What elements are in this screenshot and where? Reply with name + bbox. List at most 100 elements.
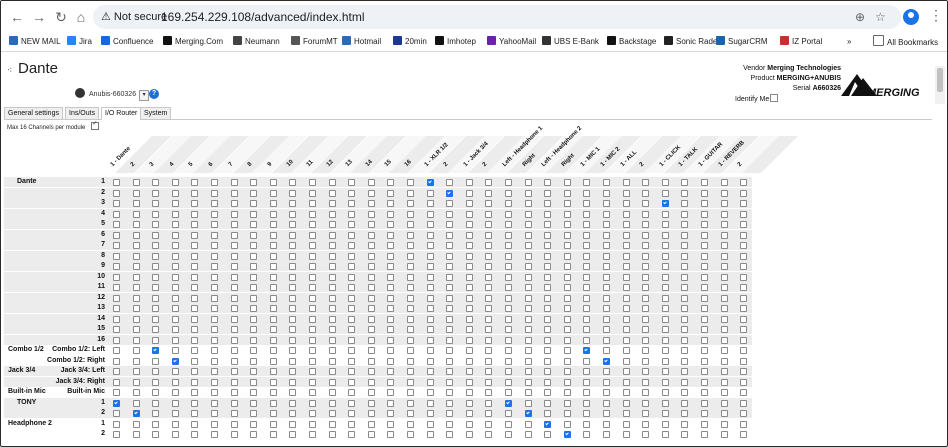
route-checkbox[interactable] — [269, 284, 277, 291]
route-checkbox[interactable] — [544, 347, 552, 354]
route-checkbox[interactable] — [446, 410, 454, 417]
route-checkbox[interactable] — [250, 315, 258, 323]
route-checkbox[interactable] — [563, 284, 571, 291]
route-checkbox[interactable] — [583, 389, 591, 396]
route-checkbox[interactable] — [426, 399, 434, 407]
route-checkbox[interactable] — [367, 378, 375, 386]
route-checkbox[interactable] — [485, 399, 493, 407]
route-checkbox[interactable] — [622, 189, 630, 197]
route-checkbox[interactable] — [661, 420, 669, 428]
route-checkbox[interactable] — [446, 242, 454, 249]
route-checkbox[interactable] — [309, 326, 316, 333]
route-checkbox[interactable] — [524, 252, 532, 260]
route-checkbox[interactable] — [622, 357, 630, 365]
route-checkbox[interactable] — [720, 200, 728, 207]
route-checkbox[interactable] — [191, 336, 199, 344]
route-checkbox[interactable] — [407, 252, 414, 260]
route-checkbox[interactable] — [622, 221, 630, 228]
route-checkbox[interactable] — [563, 431, 571, 438]
route-checkbox[interactable] — [465, 368, 473, 375]
route-checkbox[interactable] — [328, 200, 336, 207]
route-checkbox[interactable] — [269, 210, 277, 218]
route-checkbox[interactable] — [230, 200, 238, 207]
route-checkbox[interactable] — [407, 210, 414, 218]
route-checkbox[interactable] — [524, 431, 532, 438]
route-checkbox[interactable] — [661, 231, 669, 239]
route-checkbox[interactable] — [407, 410, 414, 417]
route-checkbox[interactable] — [328, 263, 336, 270]
route-checkbox[interactable] — [289, 252, 297, 260]
route-checkbox[interactable] — [309, 410, 316, 417]
route-checkbox[interactable] — [289, 431, 297, 438]
route-checkbox[interactable] — [289, 368, 297, 375]
route-checkbox[interactable] — [367, 357, 375, 365]
route-checkbox[interactable] — [701, 347, 708, 354]
route-checkbox[interactable] — [171, 410, 179, 417]
route-checkbox[interactable] — [661, 179, 669, 186]
route-checkbox[interactable] — [740, 252, 748, 260]
route-checkbox[interactable] — [642, 179, 650, 186]
route-checkbox[interactable] — [563, 305, 571, 312]
route-checkbox[interactable] — [603, 347, 610, 354]
route-checkbox[interactable] — [465, 189, 473, 197]
route-checkbox[interactable] — [269, 305, 277, 312]
route-checkbox[interactable] — [387, 210, 395, 218]
route-checkbox[interactable] — [367, 336, 375, 344]
route-checkbox[interactable] — [544, 315, 552, 323]
route-checkbox[interactable] — [446, 305, 454, 312]
route-checkbox[interactable] — [583, 410, 591, 417]
route-checkbox[interactable] — [446, 179, 454, 186]
route-checkbox[interactable] — [230, 284, 238, 291]
route-checkbox[interactable] — [152, 179, 160, 186]
route-checkbox[interactable] — [211, 315, 218, 323]
route-checkbox[interactable] — [289, 305, 297, 312]
route-checkbox[interactable] — [426, 189, 434, 197]
route-checkbox[interactable] — [583, 368, 591, 375]
device-select[interactable]: Anubis-660326 ▾ — [89, 89, 150, 101]
route-checkbox[interactable] — [465, 200, 473, 207]
route-checkbox[interactable] — [563, 368, 571, 375]
route-checkbox[interactable] — [309, 305, 316, 312]
route-checkbox[interactable] — [661, 410, 669, 417]
route-checkbox[interactable] — [681, 378, 689, 386]
route-checkbox[interactable] — [642, 305, 650, 312]
route-checkbox[interactable] — [348, 326, 356, 333]
route-checkbox[interactable] — [426, 368, 434, 375]
route-checkbox[interactable] — [544, 294, 552, 302]
route-checkbox[interactable] — [152, 431, 160, 438]
route-checkbox[interactable] — [583, 347, 591, 354]
route-checkbox[interactable] — [407, 189, 414, 197]
route-checkbox[interactable] — [563, 389, 571, 396]
route-checkbox[interactable] — [603, 420, 610, 428]
route-checkbox[interactable] — [407, 221, 414, 228]
route-checkbox[interactable] — [309, 431, 316, 438]
route-checkbox[interactable] — [113, 189, 120, 197]
route-checkbox[interactable] — [465, 399, 473, 407]
route-checkbox[interactable] — [132, 284, 140, 291]
route-checkbox[interactable] — [465, 263, 473, 270]
route-checkbox[interactable] — [132, 420, 140, 428]
route-checkbox[interactable] — [720, 252, 728, 260]
route-checkbox[interactable] — [622, 273, 630, 281]
route-checkbox[interactable] — [622, 242, 630, 249]
route-checkbox[interactable] — [387, 315, 395, 323]
route-checkbox[interactable] — [622, 252, 630, 260]
route-checkbox[interactable] — [309, 189, 316, 197]
route-checkbox[interactable] — [113, 336, 120, 344]
route-checkbox[interactable] — [661, 189, 669, 197]
route-checkbox[interactable] — [250, 336, 258, 344]
route-checkbox[interactable] — [465, 273, 473, 281]
route-checkbox[interactable] — [211, 252, 218, 260]
route-checkbox[interactable] — [387, 189, 395, 197]
route-checkbox[interactable] — [465, 378, 473, 386]
route-checkbox[interactable] — [720, 410, 728, 417]
route-checkbox[interactable] — [465, 210, 473, 218]
route-checkbox[interactable] — [701, 305, 708, 312]
route-checkbox[interactable] — [387, 378, 395, 386]
route-checkbox[interactable] — [328, 231, 336, 239]
route-checkbox[interactable] — [524, 357, 532, 365]
route-checkbox[interactable] — [563, 189, 571, 197]
route-checkbox[interactable] — [387, 368, 395, 375]
route-checkbox[interactable] — [426, 221, 434, 228]
route-checkbox[interactable] — [701, 431, 708, 438]
